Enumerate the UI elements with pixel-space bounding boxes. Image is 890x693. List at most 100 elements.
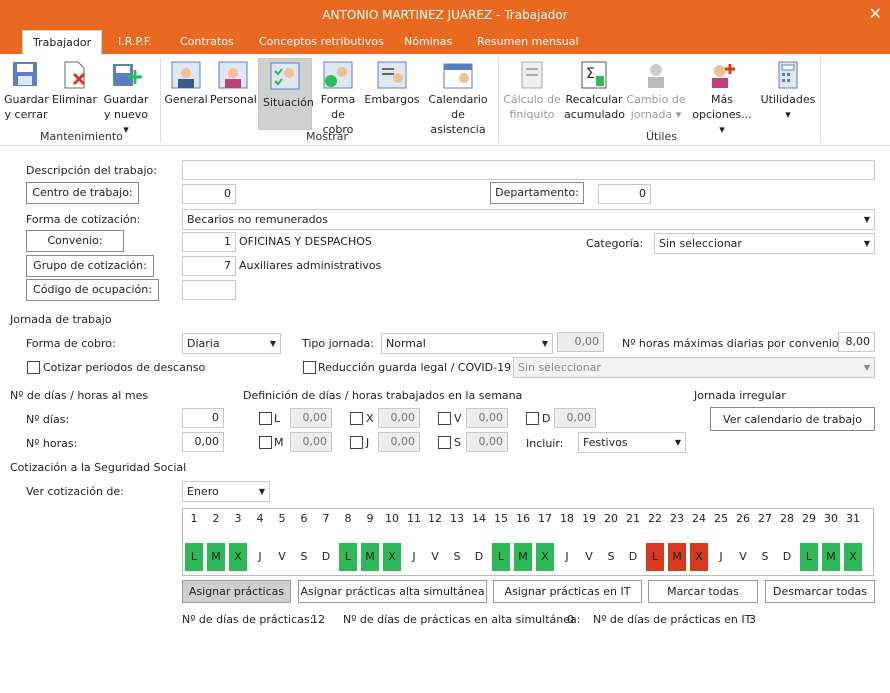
day-d-hours[interactable]: 0,00 <box>554 408 596 428</box>
calendar-day-cell[interactable]: V <box>580 543 598 571</box>
calendar-day-cell[interactable]: S <box>295 543 313 571</box>
cambio-jornada-button[interactable]: Cambio de jornada ▾ <box>626 58 686 122</box>
asignar-practicas-it-button[interactable]: Asignar prácticas en IT <box>493 580 642 603</box>
cotizar-descanso-checkbox[interactable] <box>27 361 40 374</box>
grupo-cotizacion-input[interactable]: 7 <box>182 256 236 276</box>
calendar-day-cell[interactable]: L <box>646 543 664 571</box>
day-l-hours[interactable]: 0,00 <box>290 408 332 428</box>
calendar-day-cell[interactable]: J <box>251 543 269 571</box>
calendar-day-cell[interactable]: D <box>778 543 796 571</box>
calendar-day-cell[interactable]: X <box>536 543 554 571</box>
convenio-input[interactable]: 1 <box>182 232 236 252</box>
calendar-day-cell[interactable]: M <box>514 543 532 571</box>
day-d-checkbox[interactable] <box>526 412 539 425</box>
forma-cobro-select[interactable]: Diaria ▼ <box>182 333 281 354</box>
calculo-finiquito-button[interactable]: Cálculo de finiquito <box>503 58 561 122</box>
tab-trabajador[interactable]: Trabajador <box>22 30 103 55</box>
calendar-day-number: 30 <box>824 512 838 525</box>
ver-cotizacion-select[interactable]: Enero ▼ <box>182 481 270 502</box>
forma-cobro-button[interactable]: Forma de cobro <box>316 58 360 137</box>
situacion-button[interactable]: Situación <box>258 58 314 130</box>
day-m-checkbox[interactable] <box>259 436 272 449</box>
embargos-button[interactable]: Embargos <box>364 58 420 107</box>
grupo-cotizacion-button[interactable]: Grupo de cotización: <box>26 255 154 277</box>
calendar-day-cell[interactable]: X <box>383 543 401 571</box>
day-x-hours[interactable]: 0,00 <box>378 408 420 428</box>
asignar-practicas-alta-button[interactable]: Asignar prácticas alta simultánea <box>298 580 487 603</box>
calendar-day-cell[interactable]: M <box>361 543 379 571</box>
horas-max-input[interactable]: 8,00 <box>838 332 875 352</box>
calendar-day-cell[interactable]: L <box>492 543 510 571</box>
desmarcar-todas-button[interactable]: Desmarcar todas <box>765 580 875 603</box>
forma-cotizacion-select[interactable]: Becarios no remunerados ▼ <box>182 209 875 230</box>
close-icon[interactable]: ✕ <box>869 0 882 28</box>
centro-trabajo-button[interactable]: Centro de trabajo: <box>26 182 139 204</box>
calendar-day-cell[interactable]: D <box>624 543 642 571</box>
calendar-day-cell[interactable]: J <box>558 543 576 571</box>
convenio-name: OFICINAS Y DESPACHOS <box>239 235 372 248</box>
calendar-day-cell[interactable]: D <box>470 543 488 571</box>
calendar-day-cell[interactable]: S <box>602 543 620 571</box>
day-m-hours[interactable]: 0,00 <box>290 432 332 452</box>
calendar-day-cell[interactable]: L <box>800 543 818 571</box>
tab-conceptos-retributivos[interactable]: Conceptos retributivos <box>249 30 394 54</box>
calendar-day-cell[interactable]: M <box>822 543 840 571</box>
day-x-checkbox[interactable] <box>350 412 363 425</box>
categoria-select[interactable]: Sin seleccionar ▼ <box>654 233 875 254</box>
tipo-jornada-select[interactable]: Normal ▼ <box>381 333 553 354</box>
calendar-day-cell[interactable]: V <box>426 543 444 571</box>
calendar-day-cell[interactable]: V <box>273 543 291 571</box>
day-j-checkbox[interactable] <box>350 436 363 449</box>
convenio-button[interactable]: Convenio: <box>26 230 124 252</box>
calendario-asistencia-button[interactable]: Calendario de asistencia <box>424 58 492 137</box>
descripcion-input[interactable] <box>182 160 875 180</box>
day-s-hours[interactable]: 0,00 <box>466 432 508 452</box>
codigo-ocupacion-button[interactable]: Código de ocupación: <box>26 279 159 301</box>
centro-trabajo-input[interactable]: 0 <box>182 184 236 204</box>
calendar-day-cell[interactable]: X <box>690 543 708 571</box>
reduccion-select[interactable]: Sin seleccionar ▼ <box>513 357 875 378</box>
calendar-day-cell[interactable]: V <box>734 543 752 571</box>
incluir-select[interactable]: Festivos ▼ <box>578 432 686 453</box>
calendar-day-number: 8 <box>344 512 352 525</box>
day-j-hours[interactable]: 0,00 <box>378 432 420 452</box>
calendar-day-cell[interactable]: J <box>405 543 423 571</box>
departamento-button[interactable]: Departamento: <box>490 182 584 204</box>
marcar-todas-button[interactable]: Marcar todas <box>648 580 758 603</box>
calendar-day-cell[interactable]: X <box>844 543 862 571</box>
calendar-day-cell[interactable]: M <box>668 543 686 571</box>
day-v-hours[interactable]: 0,00 <box>466 408 508 428</box>
calendar-day-cell[interactable]: L <box>339 543 357 571</box>
n-horas-input[interactable]: 0,00 <box>182 432 224 452</box>
n-dias-input[interactable]: 0 <box>182 408 224 428</box>
reduccion-checkbox[interactable] <box>303 361 316 374</box>
personal-button[interactable]: Personal <box>210 58 257 107</box>
calendar-day-cell[interactable]: S <box>756 543 774 571</box>
recalcular-acumulado-button[interactable]: Σ Recalcular acumulado <box>564 58 625 122</box>
day-l-checkbox[interactable] <box>259 412 272 425</box>
utilidades-button[interactable]: Utilidades ▾ <box>758 58 818 122</box>
day-s-checkbox[interactable] <box>438 436 451 449</box>
calendar-day-cell[interactable]: S <box>448 543 466 571</box>
calendar-day-cell[interactable]: L <box>185 543 203 571</box>
day-v-checkbox[interactable] <box>438 412 451 425</box>
calendar-day-cell[interactable]: D <box>317 543 335 571</box>
tab-irpf[interactable]: I.R.P.F. <box>108 30 162 54</box>
calendar-day-cell[interactable]: J <box>712 543 730 571</box>
ver-calendario-button[interactable]: Ver calendario de trabajo <box>710 407 875 431</box>
eliminar-button[interactable]: Eliminar <box>52 58 97 107</box>
guardar-cerrar-button[interactable]: Guardar y cerrar <box>4 58 49 122</box>
calendar-day-cell[interactable]: M <box>207 543 225 571</box>
guardar-nuevo-button[interactable]: Guardar y nuevo ▾ <box>102 58 150 137</box>
calendar-day-cell[interactable]: X <box>229 543 247 571</box>
general-button[interactable]: General <box>164 58 208 107</box>
asignar-practicas-button[interactable]: Asignar prácticas <box>182 580 291 603</box>
tipo-jornada-hours[interactable]: 0,00 <box>557 332 604 352</box>
tab-nominas[interactable]: Nóminas <box>394 30 462 54</box>
codigo-ocupacion-input[interactable] <box>182 280 236 300</box>
ribbon: Guardar y cerrar Eliminar Guardar y nuev… <box>0 54 890 146</box>
mas-opciones-button[interactable]: Más opciones... ▾ <box>688 58 756 137</box>
departamento-input[interactable]: 0 <box>598 184 651 204</box>
tab-contratos[interactable]: Contratos <box>170 30 244 54</box>
tab-resumen-mensual[interactable]: Resumen mensual <box>467 30 589 54</box>
